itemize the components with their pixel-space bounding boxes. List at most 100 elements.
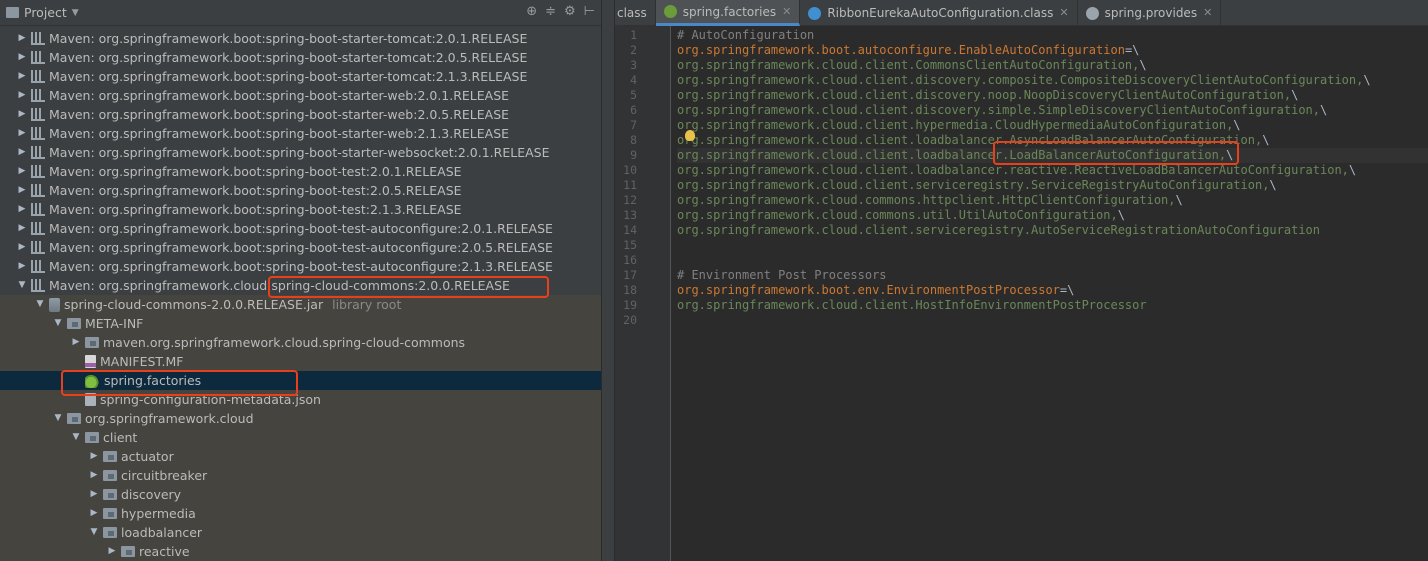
collapsed-arrow-icon[interactable]: ▶ (88, 447, 100, 466)
tree-node[interactable]: ▼ spring-cloud-commons-2.0.0.RELEASE.jar l… (0, 295, 601, 314)
collapsed-arrow-icon[interactable]: ▶ (88, 466, 100, 485)
collapsed-arrow-icon[interactable]: ▶ (16, 238, 28, 257)
close-icon[interactable]: ✕ (1059, 0, 1068, 26)
line-gutter: 1 2 3 4 5 6 7 8 9 10 11 12 13 14 15 16 17 18 19 20 (615, 26, 671, 561)
collapsed-arrow-icon[interactable]: ▶ (16, 162, 28, 181)
code-token: \ (1291, 88, 1299, 102)
code-line[interactable]: org.springframework.cloud.client.hyperme… (677, 118, 1241, 133)
collapsed-arrow-icon[interactable]: ▶ (106, 542, 118, 561)
collapsed-arrow-icon[interactable]: ▶ (16, 143, 28, 162)
project-panel-header: Project ▼ ⊕ ≑ ⚙ ⊢ (0, 0, 601, 26)
code-line[interactable]: org.springframework.cloud.client.discove… (677, 88, 1298, 103)
tree-node[interactable]: ▶ discovery (0, 485, 601, 504)
gear-icon[interactable]: ⚙ (564, 4, 576, 19)
code-line[interactable]: org.springframework.boot.env.Environment… (677, 283, 1074, 298)
line-number: 8 (630, 133, 637, 147)
tree-node-label: Maven: org.springframework.boot:spring-b… (49, 107, 510, 122)
tab-label: class (617, 6, 647, 20)
tree-node[interactable]: ▶ Maven: org.springframework.boot:spring-… (0, 29, 601, 48)
line-number: 3 (630, 58, 637, 72)
tree-node[interactable]: ▶ Maven: org.springframework.boot:spring-… (0, 162, 601, 181)
expanded-arrow-icon[interactable]: ▼ (16, 276, 28, 295)
panel-splitter[interactable] (601, 0, 615, 561)
collapsed-arrow-icon[interactable]: ▶ (16, 124, 28, 143)
code-line[interactable]: org.springframework.cloud.client.service… (677, 223, 1320, 238)
code-line[interactable]: org.springframework.boot.autoconfigure.E… (677, 43, 1139, 58)
hide-panel-icon[interactable]: ⊢ (584, 4, 595, 19)
tree-node[interactable]: ▶ Maven: org.springframework.boot:spring-… (0, 257, 601, 276)
collapsed-arrow-icon[interactable]: ▶ (70, 333, 82, 352)
tree-node[interactable]: ▶ circuitbreaker (0, 466, 601, 485)
code-line[interactable]: org.springframework.cloud.client.service… (677, 178, 1277, 193)
expanded-arrow-icon[interactable]: ▼ (34, 295, 46, 314)
editor-tab[interactable]: spring.factories ✕ (655, 0, 801, 26)
code-line[interactable]: org.springframework.cloud.client.Commons… (677, 58, 1147, 73)
locate-icon[interactable]: ⊕ (526, 4, 537, 19)
collapsed-arrow-icon[interactable]: ▶ (88, 504, 100, 523)
close-icon[interactable]: ✕ (1203, 0, 1212, 26)
code-line[interactable]: org.springframework.cloud.client.loadbal… (677, 163, 1356, 178)
jar-icon (49, 297, 60, 312)
code-token: org.springframework.cloud.client.loadbal… (677, 148, 1227, 162)
expanded-arrow-icon[interactable]: ▼ (88, 523, 100, 542)
code-line[interactable]: org.springframework.cloud.client.discove… (677, 103, 1327, 118)
tree-node[interactable]: spring-configuration-metadata.json (0, 390, 601, 409)
editor-tab[interactable]: spring.provides ✕ (1078, 0, 1222, 26)
collapsed-arrow-icon[interactable]: ▶ (16, 219, 28, 238)
collapsed-arrow-icon[interactable]: ▶ (16, 67, 28, 86)
tree-node[interactable]: ▶ Maven: org.springframework.boot:spring-… (0, 48, 601, 67)
expanded-arrow-icon[interactable]: ▼ (52, 409, 64, 428)
tree-node[interactable]: ▶ reactive (0, 542, 601, 561)
tree-node[interactable]: ▼ Maven: org.springframework.cloud:spring… (0, 276, 601, 295)
code-line[interactable]: org.springframework.cloud.commons.httpcl… (677, 193, 1183, 208)
tree-node[interactable]: ▶ Maven: org.springframework.boot:spring-… (0, 238, 601, 257)
tree-node[interactable]: ▶ Maven: org.springframework.boot:spring-… (0, 181, 601, 200)
tree-node[interactable]: ▼ loadbalancer (0, 523, 601, 542)
collapsed-arrow-icon[interactable]: ▶ (88, 485, 100, 504)
collapsed-arrow-icon[interactable]: ▶ (16, 105, 28, 124)
collapsed-arrow-icon[interactable]: ▶ (16, 181, 28, 200)
editor-tab[interactable]: RibbonEurekaAutoConfiguration.class ✕ (800, 0, 1078, 26)
code-line[interactable]: org.springframework.cloud.client.loadbal… (677, 148, 1428, 163)
close-icon[interactable]: ✕ (782, 0, 791, 25)
tree-node[interactable]: ▶ maven.org.springframework.cloud.spring-… (0, 333, 601, 352)
code-token: org.springframework.cloud.client.discove… (677, 88, 1292, 102)
collapse-all-icon[interactable]: ≑ (545, 4, 556, 19)
tree-node[interactable]: ▶ Maven: org.springframework.boot:spring-… (0, 143, 601, 162)
project-view-selector[interactable]: Project ▼ (6, 5, 79, 20)
tree-node[interactable]: MANIFEST.MF (0, 352, 601, 371)
tree-node[interactable]: ▶ Maven: org.springframework.boot:spring-… (0, 105, 601, 124)
expanded-arrow-icon[interactable]: ▼ (52, 314, 64, 333)
tree-node[interactable]: ▶ Maven: org.springframework.boot:spring-… (0, 219, 601, 238)
line-number: 19 (623, 298, 637, 312)
tree-node[interactable]: spring.factories (0, 371, 601, 390)
tree-node[interactable]: ▶ Maven: org.springframework.boot:spring-… (0, 124, 601, 143)
code-line[interactable]: org.springframework.cloud.client.HostInf… (677, 298, 1147, 313)
tree-node[interactable]: ▼ client (0, 428, 601, 447)
tree-node[interactable]: ▶ Maven: org.springframework.boot:spring-… (0, 200, 601, 219)
tree-node[interactable]: ▶ hypermedia (0, 504, 601, 523)
intention-bulb-icon[interactable] (685, 130, 695, 141)
collapsed-arrow-icon[interactable]: ▶ (16, 29, 28, 48)
tree-node[interactable]: ▶ actuator (0, 447, 601, 466)
editor: class spring.factories ✕ RibbonEurekaAutoCo… (615, 0, 1428, 561)
collapsed-arrow-icon[interactable]: ▶ (16, 200, 28, 219)
code-line[interactable]: # AutoConfiguration (677, 28, 814, 43)
collapsed-arrow-icon[interactable]: ▶ (16, 257, 28, 276)
line-number: 16 (623, 253, 637, 267)
tree-node[interactable]: ▼ META-INF (0, 314, 601, 333)
collapsed-arrow-icon[interactable]: ▶ (16, 86, 28, 105)
tree-node[interactable]: ▶ Maven: org.springframework.boot:spring-… (0, 67, 601, 86)
tree-node[interactable]: ▶ Maven: org.springframework.boot:spring-… (0, 86, 601, 105)
tree-node[interactable]: ▼ org.springframework.cloud (0, 409, 601, 428)
code-token: \ (1348, 163, 1357, 177)
code-line[interactable]: # Environment Post Processors (677, 268, 887, 283)
code-line[interactable]: org.springframework.cloud.client.discove… (677, 73, 1371, 88)
editor-tab[interactable]: class (615, 0, 656, 26)
spring-leaf-icon (85, 373, 100, 388)
collapsed-arrow-icon[interactable]: ▶ (16, 48, 28, 67)
expanded-arrow-icon[interactable]: ▼ (70, 428, 82, 447)
code-line[interactable]: org.springframework.cloud.client.loadbal… (677, 133, 1269, 148)
tree-node-label: discovery (121, 487, 182, 502)
code-line[interactable]: org.springframework.cloud.commons.util.U… (677, 208, 1125, 223)
